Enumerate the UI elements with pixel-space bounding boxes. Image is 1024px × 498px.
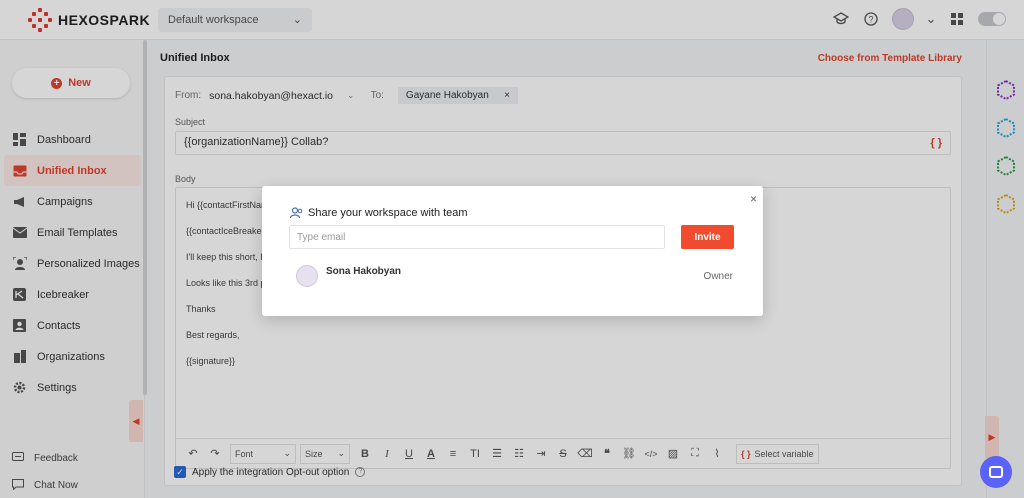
modal-title: Share your workspace with team bbox=[290, 207, 468, 219]
users-icon bbox=[290, 207, 303, 219]
share-workspace-modal: × Share your workspace with team Invite … bbox=[262, 186, 763, 316]
member-name: Sona Hakobyan bbox=[326, 266, 402, 277]
invite-button[interactable]: Invite bbox=[681, 225, 734, 249]
close-icon[interactable]: × bbox=[750, 192, 757, 206]
avatar bbox=[296, 265, 318, 287]
chat-widget-button[interactable] bbox=[980, 456, 1012, 488]
modal-title-text: Share your workspace with team bbox=[308, 207, 468, 219]
member-role: Owner bbox=[703, 271, 733, 282]
email-input[interactable] bbox=[289, 225, 665, 249]
chat-icon bbox=[989, 466, 1003, 478]
